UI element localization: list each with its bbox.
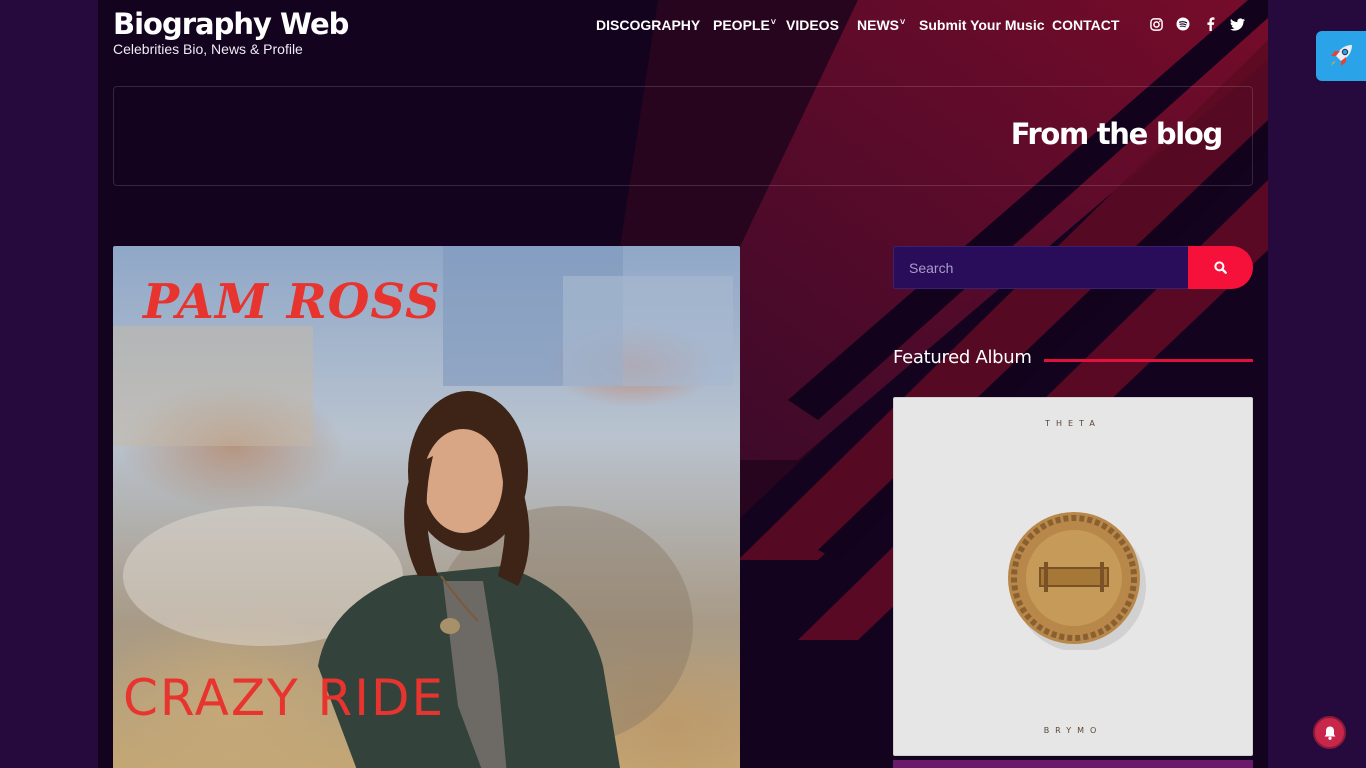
nav-videos-label: VIDEOS <box>786 17 839 33</box>
nav-contact[interactable]: CONTACT <box>1052 16 1119 34</box>
nav-contact-label: CONTACT <box>1052 17 1120 33</box>
instagram-icon[interactable] <box>1148 15 1164 33</box>
nav-discography-label: DISCOGRAPHY <box>596 17 701 33</box>
nav-people-label: PEOPLE <box>713 17 770 33</box>
twitter-icon[interactable] <box>1229 15 1245 33</box>
page-banner: From the blog <box>113 86 1253 186</box>
featured-album-cover[interactable]: THETA BRYMO <box>893 397 1253 756</box>
search-button[interactable] <box>1188 246 1253 289</box>
nav-submit-music-label: Submit Your Music <box>919 17 1045 33</box>
chevron-down-icon: ˅ <box>770 17 777 27</box>
nav-news-label: NEWS <box>857 17 899 33</box>
nav-news[interactable]: NEWS˅ <box>857 16 905 36</box>
heading-underline <box>1044 359 1253 362</box>
post-featured-image[interactable]: PAM ROSS CRAZY RIDE <box>113 246 740 768</box>
album-bottom-text: BRYMO <box>1043 726 1103 735</box>
search-input[interactable] <box>893 246 1189 289</box>
nav-people[interactable]: PEOPLE˅ <box>713 16 776 36</box>
site-brand: Biography Web Celebrities Bio, News & Pr… <box>113 6 349 57</box>
album-artist-text: PAM ROSS <box>143 274 441 330</box>
spotify-icon[interactable] <box>1175 15 1191 33</box>
featured-album-heading: Featured Album <box>893 347 1032 368</box>
album-title-text: CRAZY RIDE <box>123 669 446 727</box>
notification-bell-icon[interactable] <box>1313 716 1346 749</box>
coin-artwork <box>1008 512 1146 650</box>
nav-submit-music[interactable]: Submit Your Music <box>919 16 1045 34</box>
social-links <box>1148 15 1245 33</box>
site-tagline: Celebrities Bio, News & Profile <box>113 41 303 57</box>
album-top-text: THETA <box>1045 419 1101 428</box>
rocket-icon[interactable] <box>1316 31 1366 81</box>
album-strip <box>893 760 1253 768</box>
search-icon <box>1214 261 1227 274</box>
nav-videos[interactable]: VIDEOS <box>786 16 839 34</box>
page-title: From the blog <box>1010 117 1224 151</box>
chevron-down-icon: ˅ <box>900 17 906 27</box>
facebook-icon[interactable] <box>1202 15 1218 33</box>
nav-discography[interactable]: DISCOGRAPHY <box>596 16 700 34</box>
page-container: Biography Web Celebrities Bio, News & Pr… <box>98 0 1268 768</box>
site-title-link[interactable]: Biography Web <box>113 6 349 42</box>
